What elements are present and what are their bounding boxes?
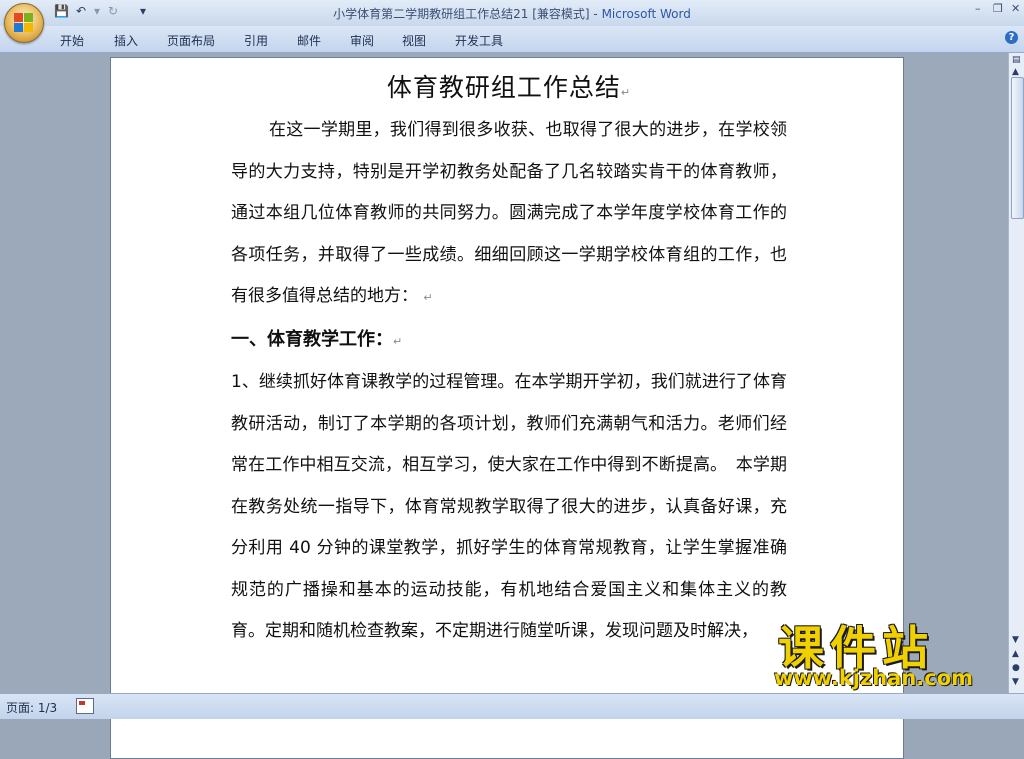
tab-home[interactable]: 开始 [60,32,84,49]
restore-icon[interactable]: ❐ [993,2,1003,15]
scrollbar-thumb[interactable] [1011,77,1024,219]
intro-paragraph: 在这一学期里，我们得到很多收获、也取得了很大的进步，在学校领导的大力支持，特别是… [231,110,787,319]
tab-review[interactable]: 审阅 [350,32,374,49]
document-name: 小学体育第二学期教研组工作总结21 [兼容模式] [333,7,590,21]
title-bar: 💾 ↶ ▾ ↻ ▾ 小学体育第二学期教研组工作总结21 [兼容模式] - Mic… [0,0,1024,26]
site-watermark-logo: 课件站 www.kjzhan.com [770,612,1010,694]
section-heading-text: 一、体育教学工作： [231,328,393,350]
spelling-check-icon[interactable] [76,698,94,714]
document-body[interactable]: 体育教研组工作总结↵ 在这一学期里，我们得到很多收获、也取得了很大的进步，在学校… [231,66,787,653]
office-logo-icon [14,13,34,33]
paragraph-mark-icon: ↵ [393,334,403,348]
tab-mailings[interactable]: 邮件 [297,32,321,49]
tab-references[interactable]: 引用 [244,32,268,49]
next-page-icon[interactable]: ▼ [1012,677,1019,687]
window-title: 小学体育第二学期教研组工作总结21 [兼容模式] - Microsoft Wor… [0,5,1024,22]
section-heading: 一、体育教学工作：↵ [231,319,787,363]
office-button[interactable] [4,3,44,43]
document-title: 体育教研组工作总结↵ [231,66,787,110]
tab-developer[interactable]: 开发工具 [455,32,503,49]
tab-insert[interactable]: 插入 [114,32,138,49]
title-separator: - [589,7,602,21]
vertical-scrollbar[interactable]: ▤ ▲ ▼ ▲ ● ▼ [1008,53,1024,693]
minimize-icon[interactable]: – [975,2,981,15]
intro-paragraph-text: 在这一学期里，我们得到很多收获、也取得了很大的进步，在学校领导的大力支持，特别是… [231,120,787,306]
scroll-down-icon[interactable]: ▼ [1012,635,1019,645]
close-icon[interactable]: ✕ [1011,2,1020,15]
scroll-up-icon[interactable]: ▲ [1012,67,1019,77]
ruler-toggle-icon[interactable]: ▤ [1012,55,1021,65]
help-icon[interactable]: ? [1005,31,1018,44]
ribbon-tabs: 开始 插入 页面布局 引用 邮件 审阅 视图 开发工具 ? [0,26,1024,53]
status-bar: 页面: 1/3 [0,693,1024,719]
paragraph-mark-icon: ↵ [620,86,632,99]
app-name: Microsoft Word [601,7,691,21]
select-browse-object-icon[interactable]: ● [1012,663,1020,673]
paragraph-mark-icon: ↵ [423,291,433,304]
previous-page-icon[interactable]: ▲ [1012,649,1019,659]
tab-view[interactable]: 视图 [402,32,426,49]
document-workspace: 体育教研组工作总结↵ 在这一学期里，我们得到很多收获、也取得了很大的进步，在学校… [0,53,1008,759]
body-paragraph: 1、继续抓好体育课教学的过程管理。在本学期开学初，我们就进行了体育教研活动，制订… [231,372,787,641]
page-count[interactable]: 页面: 1/3 [6,699,57,716]
document-title-text: 体育教研组工作总结 [386,73,621,102]
tab-page-layout[interactable]: 页面布局 [167,32,215,49]
watermark-url: www.kjzhan.com [774,666,974,690]
